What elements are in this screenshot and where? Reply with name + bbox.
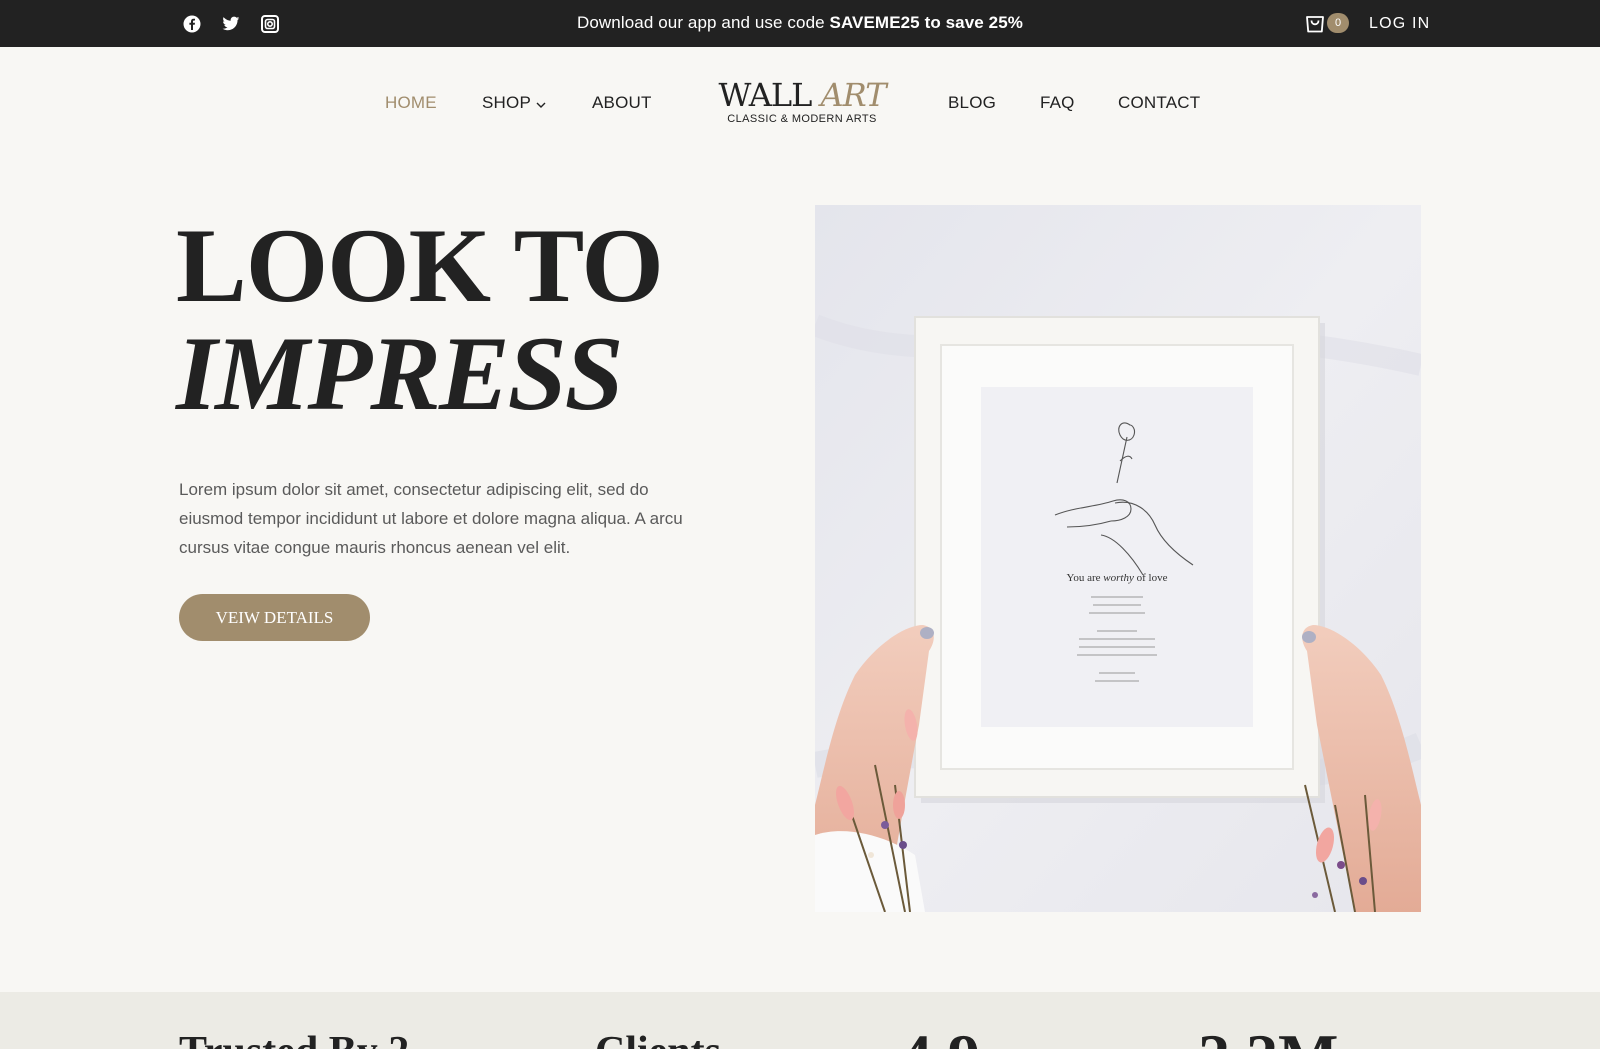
stat-customers: 2.2M	[1198, 1020, 1338, 1049]
stat-rating: 4.9	[900, 1020, 980, 1049]
stat-clients: Clients	[595, 1028, 721, 1049]
promo-prefix: Download our app and use code	[576, 13, 830, 32]
logo-art: ART	[820, 76, 887, 114]
promo-text: Download our app and use code SAVEME25 t…	[0, 13, 1600, 33]
print-headline: You are worthy of love	[1067, 572, 1168, 584]
stats-section: Trusted By 2 Clients 4.9 2.2M	[0, 992, 1600, 1049]
hero-title: LOOK TO IMPRESS	[176, 207, 664, 432]
login-link[interactable]: LOG IN	[1369, 15, 1430, 33]
logo-wall: WALL	[718, 76, 812, 114]
nav-contact[interactable]: CONTACT	[1118, 93, 1200, 113]
cart-icon[interactable]	[1305, 12, 1325, 39]
chevron-down-icon	[536, 94, 546, 114]
view-details-button[interactable]: VEIW DETAILS	[179, 594, 370, 641]
site-logo[interactable]: WALL ART CLASSIC & MODERN ARTS	[716, 78, 888, 125]
hero-title-line2: IMPRESS	[176, 315, 624, 432]
hero-image: You are worthy of love	[815, 205, 1421, 912]
stat-trusted: Trusted By 2	[179, 1028, 409, 1049]
nav-blog[interactable]: BLOG	[948, 93, 996, 113]
nav-faq[interactable]: FAQ	[1040, 93, 1075, 113]
logo-tagline: CLASSIC & MODERN ARTS	[727, 113, 877, 125]
nav-home[interactable]: HOME	[385, 93, 437, 113]
hero-description: Lorem ipsum dolor sit amet, consectetur …	[179, 480, 683, 557]
nav-shop-label: SHOP	[482, 93, 531, 112]
logo-wordmark: WALL ART	[716, 78, 888, 112]
hero-title-line1: LOOK TO	[176, 207, 664, 324]
promo-code: SAVEME25 to save 25%	[829, 13, 1023, 32]
nav-shop[interactable]: SHOP	[482, 93, 546, 114]
nav-about[interactable]: ABOUT	[592, 93, 652, 113]
announcement-bar: Download our app and use code SAVEME25 t…	[0, 0, 1600, 47]
cart-count-badge: 0	[1327, 13, 1349, 33]
